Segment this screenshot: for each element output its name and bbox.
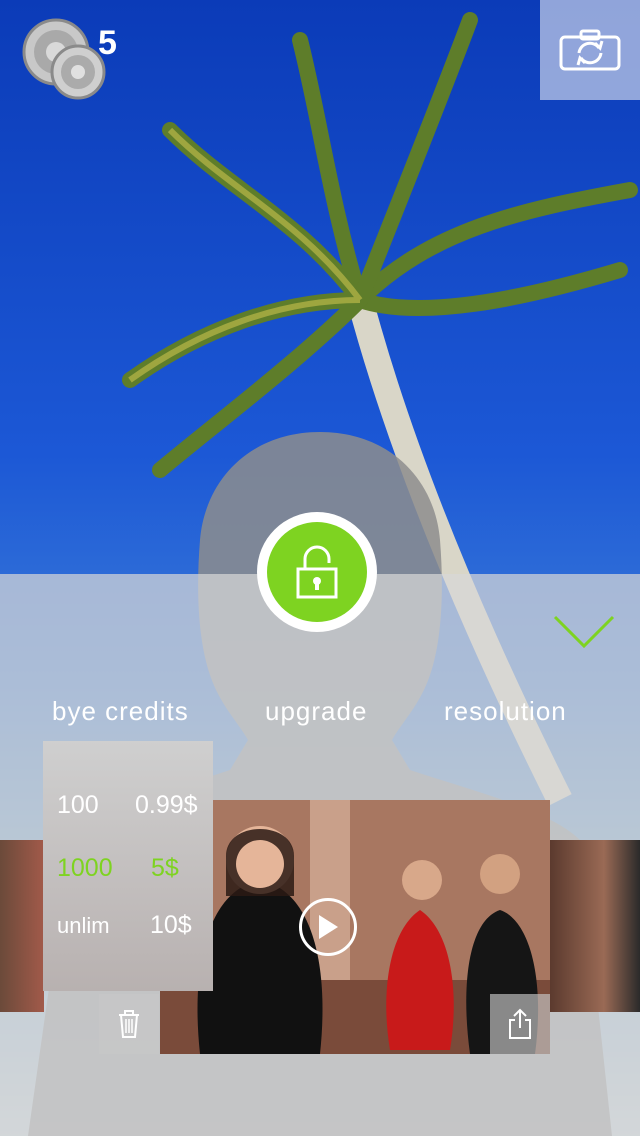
price-option-quantity: 100 bbox=[57, 791, 99, 819]
video-thumbnail-next[interactable] bbox=[550, 840, 640, 1012]
share-button[interactable] bbox=[490, 994, 550, 1054]
switch-camera-button[interactable] bbox=[540, 0, 640, 100]
tab-bye-credits[interactable]: bye credits bbox=[52, 696, 189, 727]
trash-icon bbox=[119, 1010, 139, 1038]
play-icon bbox=[319, 915, 338, 939]
price-option-unlim[interactable]: unlim 10$ bbox=[43, 911, 213, 953]
price-option-price: 0.99$ bbox=[135, 791, 198, 819]
price-option-quantity: 1000 bbox=[57, 854, 113, 882]
coin-count: 5 bbox=[98, 24, 117, 62]
price-option-quantity: unlim bbox=[57, 913, 110, 938]
credits-pricing-popup: 100 0.99$ 1000 5$ unlim 10$ bbox=[43, 741, 213, 991]
play-button[interactable] bbox=[299, 898, 357, 956]
price-option-price: 5$ bbox=[151, 854, 179, 882]
chevron-down-icon[interactable] bbox=[552, 614, 616, 650]
camera-switch-icon bbox=[559, 29, 621, 71]
unlock-button[interactable] bbox=[257, 512, 377, 632]
share-icon bbox=[509, 1008, 531, 1039]
tab-resolution[interactable]: resolution bbox=[444, 696, 567, 727]
price-option-100[interactable]: 100 0.99$ bbox=[43, 791, 213, 831]
price-option-1000[interactable]: 1000 5$ bbox=[43, 854, 213, 894]
tab-bar: bye credits upgrade resolution bbox=[0, 696, 640, 736]
video-thumbnail-previous[interactable] bbox=[0, 840, 44, 1012]
unlock-button-inner bbox=[267, 522, 367, 622]
delete-button[interactable] bbox=[99, 994, 159, 1054]
tab-upgrade[interactable]: upgrade bbox=[265, 696, 367, 727]
price-option-price: 10$ bbox=[150, 911, 192, 939]
coins-icon[interactable] bbox=[22, 18, 106, 102]
lock-open-icon bbox=[296, 545, 338, 599]
